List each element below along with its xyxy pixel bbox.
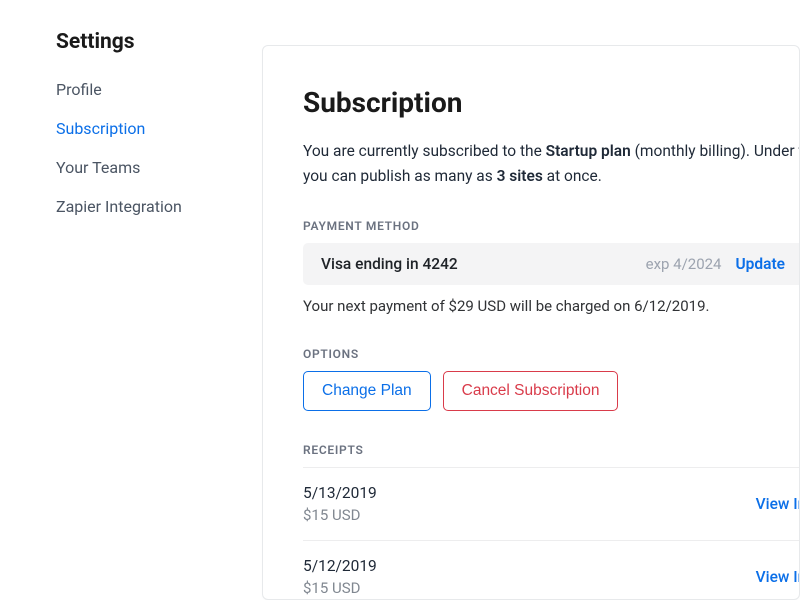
next-payment-text: Your next payment of $29 USD will be cha…	[303, 297, 800, 315]
sidebar-title: Settings	[56, 30, 242, 54]
settings-content: Subscription You are currently subscribe…	[262, 45, 800, 600]
update-payment-link[interactable]: Update	[736, 255, 786, 273]
desc-text-2: (monthly billing). Under this plan,	[631, 142, 800, 160]
card-expiry: exp 4/2024	[646, 255, 722, 273]
sidebar-item-subscription[interactable]: Subscription	[56, 119, 242, 138]
receipts-list: 5/13/2019 $15 USD View Invoice 5/12/2019…	[303, 467, 800, 600]
subscription-description: You are currently subscribed to the Star…	[303, 139, 800, 189]
receipt-amount: $15 USD	[303, 506, 756, 524]
sidebar-item-profile[interactable]: Profile	[56, 80, 242, 99]
change-plan-button[interactable]: Change Plan	[303, 371, 431, 411]
sidebar-item-zapier-integration[interactable]: Zapier Integration	[56, 197, 242, 216]
desc-text-4: at once.	[543, 167, 602, 185]
receipt-date: 5/13/2019	[303, 484, 756, 502]
sidebar-item-your-teams[interactable]: Your Teams	[56, 158, 242, 177]
receipt-row: 5/13/2019 $15 USD View Invoice	[303, 467, 800, 541]
plan-name: Startup plan	[546, 142, 631, 160]
view-invoice-link[interactable]: View Invoice	[756, 568, 800, 586]
payment-method-label: PAYMENT METHOD	[303, 219, 800, 233]
settings-sidebar: Settings Profile Subscription Your Teams…	[56, 30, 262, 600]
site-count: 3 sites	[497, 167, 543, 185]
desc-text-3: you can publish as many as	[303, 167, 497, 185]
settings-container: Settings Profile Subscription Your Teams…	[0, 0, 800, 600]
receipt-row: 5/12/2019 $15 USD View Invoice	[303, 541, 800, 600]
receipt-date: 5/12/2019	[303, 557, 756, 575]
receipts-label: RECEIPTS	[303, 443, 800, 457]
page-title: Subscription	[303, 86, 800, 119]
desc-text-1: You are currently subscribed to the	[303, 142, 546, 160]
view-invoice-link[interactable]: View Invoice	[756, 495, 800, 513]
receipt-amount: $15 USD	[303, 579, 756, 597]
payment-card: Visa ending in 4242 exp 4/2024 Update	[303, 243, 800, 285]
card-info: Visa ending in 4242	[321, 255, 458, 273]
options-label: OPTIONS	[303, 347, 800, 361]
cancel-subscription-button[interactable]: Cancel Subscription	[443, 371, 619, 411]
options-row: Change Plan Cancel Subscription	[303, 371, 800, 411]
